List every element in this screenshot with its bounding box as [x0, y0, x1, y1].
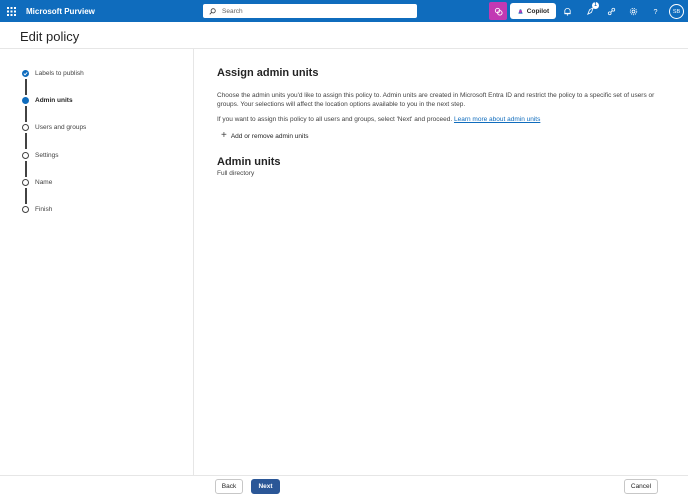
admin-units-value: Full directory — [217, 170, 255, 177]
search-input[interactable]: Search — [203, 4, 417, 18]
step-users-and-groups[interactable]: Users and groups — [22, 122, 86, 132]
whats-new-icon[interactable]: 1 — [582, 2, 599, 19]
step-label: Labels to publish — [35, 69, 84, 77]
add-remove-admin-units-button[interactable]: + Add or remove admin units — [221, 130, 667, 141]
step-pending-circle-icon — [22, 205, 29, 213]
learn-more-link[interactable]: Learn more about admin units — [454, 116, 540, 123]
back-button[interactable]: Back — [215, 479, 243, 494]
notification-badge: 1 — [592, 2, 599, 9]
step-settings[interactable]: Settings — [22, 150, 59, 160]
step-finish[interactable]: Finish — [22, 204, 52, 214]
step-label: Finish — [35, 205, 53, 213]
step-pending-circle-icon — [22, 151, 29, 159]
step-labels-to-publish[interactable]: Labels to publish — [22, 68, 84, 78]
app-launcher-icon[interactable] — [0, 0, 22, 22]
avatar[interactable]: SB — [669, 4, 684, 19]
section-heading: Assign admin units — [217, 67, 319, 79]
step-connector — [25, 133, 27, 149]
cancel-button[interactable]: Cancel — [624, 479, 658, 494]
add-button-label: Add or remove admin units — [230, 132, 309, 140]
step-name[interactable]: Name — [22, 177, 52, 187]
plus-icon: + — [221, 130, 227, 141]
step-label: Settings — [35, 151, 59, 159]
step-completed-check-icon — [22, 69, 29, 77]
page-title: Edit policy — [20, 29, 80, 44]
step-label: Name — [35, 178, 53, 186]
svg-text:?: ? — [653, 7, 657, 16]
step-label: Users and groups — [35, 123, 87, 131]
copilot-icon — [517, 8, 524, 15]
step-label: Admin units — [35, 96, 73, 104]
top-bar: Microsoft Purview Search Copilot 1 ? SB — [0, 0, 688, 22]
step-connector — [25, 106, 27, 122]
next-button[interactable]: Next — [251, 479, 280, 494]
step-current-indicator-icon — [22, 96, 29, 104]
admin-units-heading: Admin units — [217, 156, 281, 168]
settings-gear-icon[interactable] — [625, 3, 641, 19]
description-second-line: If you want to assign this policy to all… — [217, 116, 667, 123]
search-placeholder: Search — [222, 7, 243, 15]
description-next-hint: If you want to assign this policy to all… — [217, 116, 453, 123]
description-text: Choose the admin units you'd like to ass… — [217, 92, 655, 108]
connections-icon[interactable] — [603, 3, 619, 19]
app-title[interactable]: Microsoft Purview — [26, 7, 95, 16]
step-pending-circle-icon — [22, 123, 29, 131]
copilot-button[interactable]: Copilot — [510, 3, 556, 19]
step-pending-circle-icon — [22, 178, 29, 186]
main-content: Assign admin units Choose the admin unit… — [217, 67, 667, 177]
help-icon[interactable]: ? — [647, 3, 663, 19]
wizard-steps-panel: Labels to publish Admin units Users and … — [0, 49, 194, 475]
step-connector — [25, 79, 27, 95]
footer-bar: Back Next Cancel — [0, 475, 688, 496]
copilot-label: Copilot — [526, 7, 550, 15]
purview-app-icon[interactable] — [489, 2, 507, 20]
notifications-icon[interactable] — [559, 3, 575, 19]
step-connector — [25, 161, 27, 177]
search-icon — [209, 7, 216, 15]
step-admin-units[interactable]: Admin units — [22, 95, 73, 105]
step-connector — [25, 188, 27, 204]
